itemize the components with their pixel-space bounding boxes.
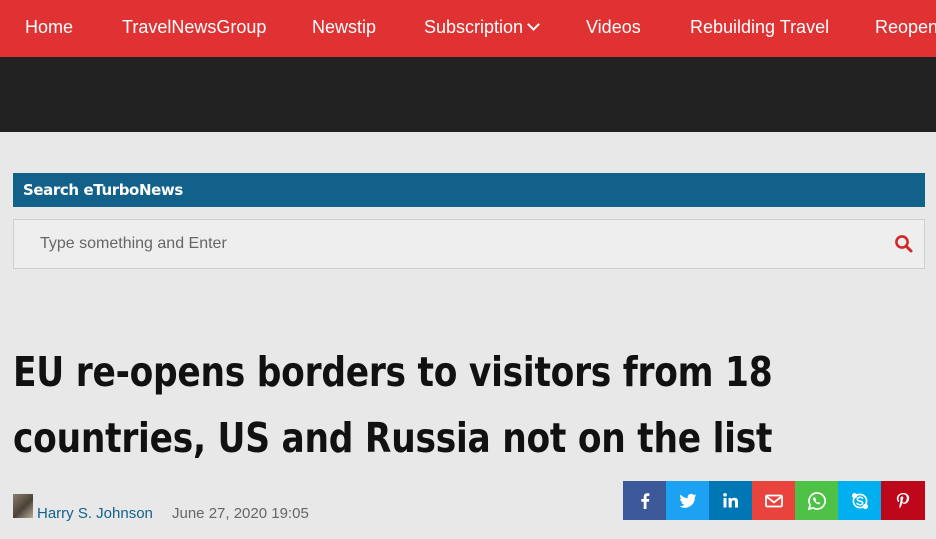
- whatsapp-icon: [807, 491, 826, 510]
- nav-item-home[interactable]: Home: [25, 0, 73, 57]
- twitter-icon: [679, 493, 696, 508]
- author-avatar: [13, 494, 33, 518]
- share-whatsapp-button[interactable]: [795, 481, 838, 520]
- nav-item-subscription-label: Subscription: [424, 17, 524, 37]
- header-banner: [0, 57, 936, 132]
- top-navigation: Home TravelNewsGroup Newstip Subscriptio…: [0, 0, 936, 57]
- nav-item-travelnewsgroup[interactable]: TravelNewsGroup: [122, 0, 266, 57]
- nav-item-videos[interactable]: Videos: [586, 0, 641, 57]
- share-skype-button[interactable]: [838, 481, 881, 520]
- share-pinterest-button[interactable]: [881, 481, 925, 520]
- share-email-button[interactable]: [752, 481, 795, 520]
- author-link[interactable]: Harry S. Johnson: [37, 505, 153, 522]
- share-bar: [623, 481, 925, 520]
- facebook-icon: [640, 492, 649, 509]
- nav-item-rebuilding-travel[interactable]: Rebuilding Travel: [690, 0, 829, 57]
- search-widget-title: Search eTurboNews: [23, 181, 183, 199]
- chevron-down-icon: [527, 18, 540, 31]
- nav-item-subscription[interactable]: Subscription: [424, 0, 540, 57]
- pinterest-icon: [896, 492, 910, 508]
- nav-item-newstip[interactable]: Newstip: [312, 0, 376, 57]
- publish-date: June 27, 2020 19:05: [172, 505, 309, 522]
- article-title-line-1: EU re-opens borders to visitors from 18: [13, 348, 773, 396]
- linkedin-icon: [722, 492, 738, 507]
- article-title-line-2: countries, US and Russia not on the list: [13, 414, 773, 462]
- share-twitter-button[interactable]: [666, 481, 709, 520]
- search-widget-heading: Search eTurboNews: [13, 173, 925, 207]
- search-input[interactable]: [14, 220, 874, 268]
- share-linkedin-button[interactable]: [709, 481, 752, 520]
- email-icon: [764, 494, 783, 507]
- skype-icon: [851, 492, 868, 509]
- article-title: EU re-opens borders to visitors from 18 …: [13, 339, 895, 471]
- share-facebook-button[interactable]: [623, 481, 666, 520]
- search-icon[interactable]: [894, 234, 914, 254]
- nav-item-reopen[interactable]: Reopen: [875, 0, 936, 57]
- search-form: [13, 219, 925, 269]
